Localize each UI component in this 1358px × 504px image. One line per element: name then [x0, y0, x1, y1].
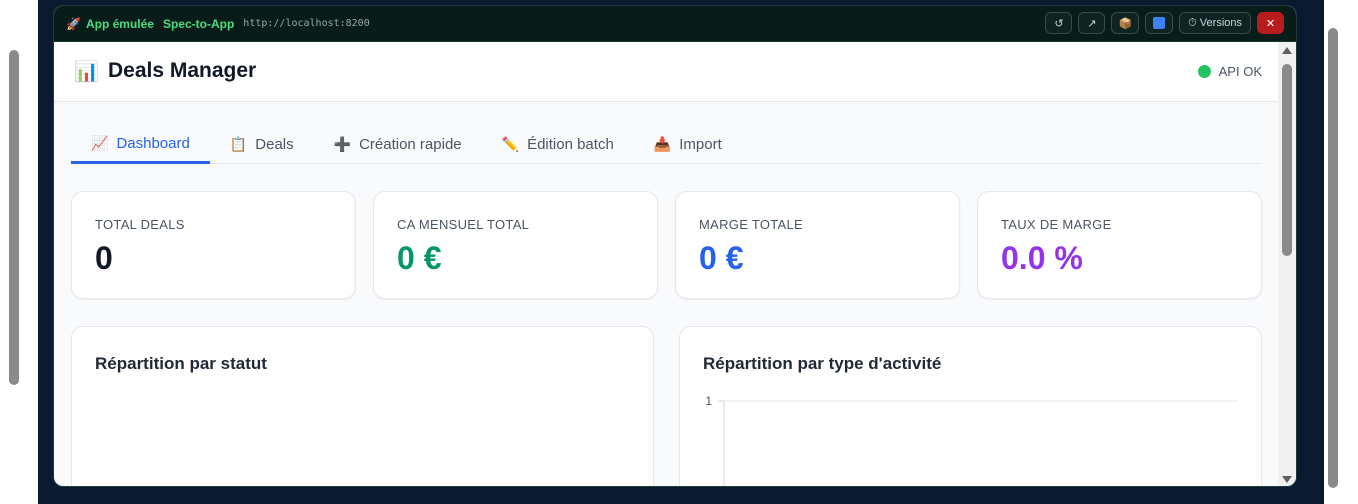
package-icon: 📦	[1118, 17, 1133, 30]
stat-value: 0	[95, 240, 113, 276]
versions-button[interactable]: ⏱ Versions	[1179, 12, 1251, 34]
tab-label: Deals	[255, 136, 294, 153]
tab-label: Création rapide	[359, 136, 462, 153]
status-dot-icon	[1197, 65, 1211, 78]
emulator-titlebar: 🚀 App émulée Spec-to-App http://localhos…	[54, 6, 1296, 42]
bar-chart-icon: 📊	[74, 59, 99, 83]
open-external-button[interactable]: ↗	[1078, 12, 1106, 34]
tab-dashboard[interactable]: 📈 Dashboard	[71, 126, 210, 164]
clipboard-icon: 📋	[229, 136, 248, 152]
plus-icon: ➕	[333, 136, 352, 152]
spec-to-app-label: Spec-to-App	[162, 16, 235, 31]
panel-title: Répartition par statut	[95, 354, 267, 373]
host-scrollbar-left[interactable]	[9, 50, 19, 385]
emulated-app-window: 🚀 App émulée Spec-to-App http://localhos…	[53, 5, 1297, 487]
stat-label: TAUX DE MARGE	[1001, 217, 1112, 232]
stat-card-ca-mensuel: CA MENSUEL TOTAL 0 €	[373, 191, 658, 299]
url-text: http://localhost:8200	[243, 18, 370, 29]
external-link-icon: ↗	[1087, 17, 1097, 30]
reload-icon: ↺	[1054, 17, 1064, 30]
chart-up-icon: 📈	[91, 135, 109, 151]
scroll-up-arrow-icon[interactable]	[1282, 47, 1292, 54]
stat-label: MARGE TOTALE	[699, 217, 804, 232]
activity-chart: 1	[705, 394, 1238, 486]
stat-value: 0 €	[699, 240, 744, 276]
screenshot-icon	[1153, 17, 1166, 29]
stat-card-marge-totale: MARGE TOTALE 0 €	[675, 191, 960, 299]
api-status: API OK	[1197, 64, 1262, 79]
stat-value: 0.0 %	[1001, 240, 1083, 276]
screenshot-button[interactable]	[1145, 12, 1174, 34]
app-emulee-label: App émulée	[85, 16, 154, 31]
tab-import[interactable]: 📥 Import	[634, 126, 742, 163]
stat-label: TOTAL DEALS	[95, 217, 185, 232]
inner-scrollbar[interactable]	[1278, 42, 1296, 486]
tab-creation-rapide[interactable]: ➕ Création rapide	[314, 126, 482, 163]
stat-value: 0 €	[397, 240, 442, 276]
chart-y-tick-label: 1	[705, 394, 712, 408]
panel-status-chart: Répartition par statut	[71, 326, 654, 486]
api-status-label: API OK	[1218, 64, 1262, 79]
stat-card-taux-marge: TAUX DE MARGE 0.0 %	[977, 191, 1262, 299]
rocket-icon: 🚀	[66, 16, 81, 31]
close-icon: ✕	[1265, 17, 1276, 30]
stat-label: CA MENSUEL TOTAL	[397, 217, 530, 232]
package-button[interactable]: 📦	[1111, 12, 1140, 34]
tab-label: Édition batch	[527, 136, 614, 153]
close-button[interactable]: ✕	[1257, 12, 1284, 34]
tab-label: Import	[679, 136, 722, 153]
inbox-tray-icon: 📥	[653, 136, 672, 152]
titlebar-actions: ↺ ↗ 📦 ⏱ Versions ✕	[1045, 12, 1284, 34]
host-scrollbar-right[interactable]	[1328, 28, 1338, 488]
page-title: Deals Manager	[108, 59, 257, 82]
stat-card-total-deals: TOTAL DEALS 0	[71, 191, 356, 299]
reload-button[interactable]: ↺	[1045, 12, 1073, 34]
scrollbar-thumb[interactable]	[1282, 64, 1292, 256]
app-header: 📊 Deals Manager API OK	[54, 42, 1280, 102]
tab-bar: 📈 Dashboard 📋 Deals ➕ Création rapide ✏️…	[71, 126, 1261, 164]
pencil-icon: ✏️	[501, 136, 520, 152]
versions-label: ⏱ Versions	[1188, 16, 1242, 29]
tab-label: Dashboard	[116, 135, 190, 152]
tab-deals[interactable]: 📋 Deals	[210, 126, 314, 163]
scroll-down-arrow-icon[interactable]	[1282, 476, 1292, 483]
tab-edition-batch[interactable]: ✏️ Édition batch	[482, 126, 634, 163]
panel-activity-chart: Répartition par type d'activité 1	[679, 326, 1262, 486]
